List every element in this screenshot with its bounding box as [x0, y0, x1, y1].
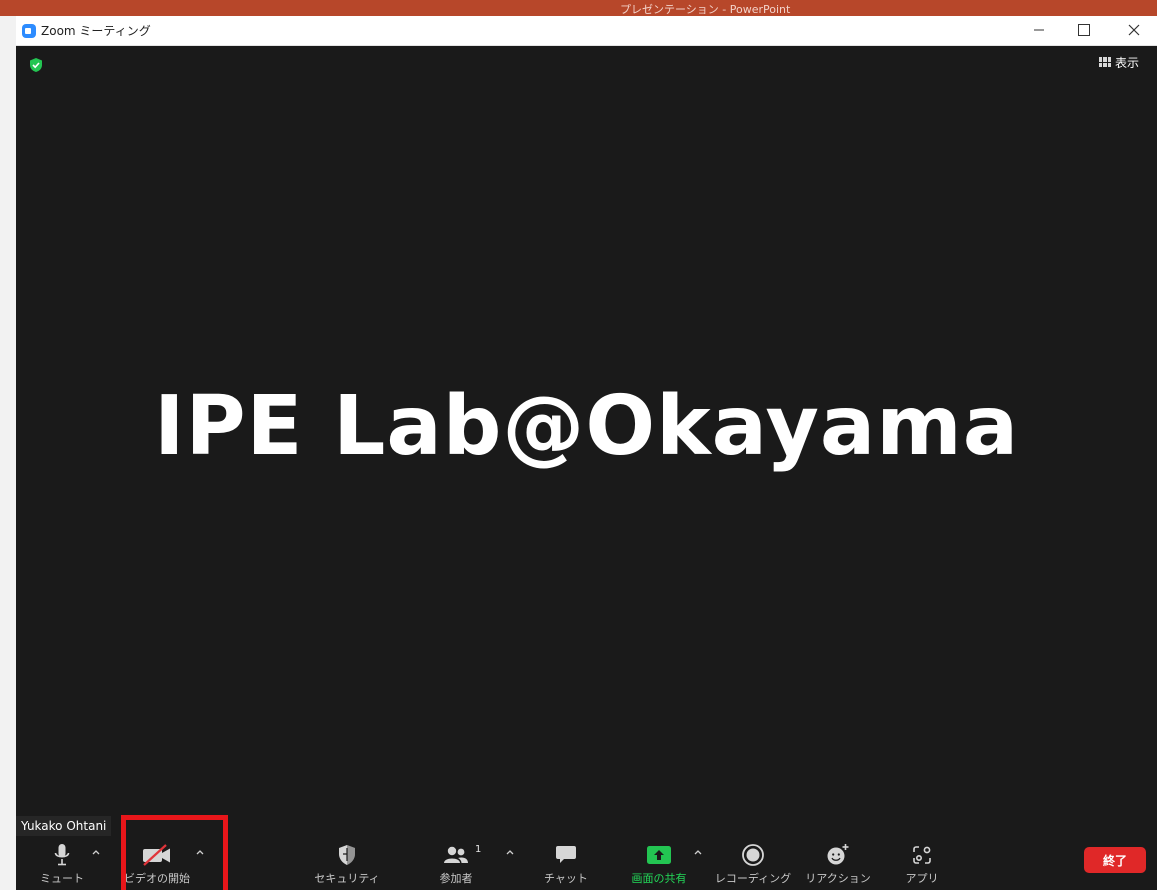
mute-button[interactable]: ミュート — [38, 836, 86, 890]
title-bar[interactable]: Zoom ミーティング — [16, 16, 1157, 46]
participants-label: 参加者 — [439, 872, 473, 885]
maximize-icon — [1078, 24, 1090, 36]
view-label: 表示 — [1115, 55, 1140, 70]
maximize-button[interactable] — [1069, 19, 1099, 41]
share-screen-icon — [646, 842, 672, 868]
reaction-icon — [826, 842, 850, 868]
participant-name-tag: Yukako Ohtani — [16, 816, 112, 836]
reactions-label: リアクション — [805, 872, 871, 885]
chat-button[interactable]: チャット — [540, 836, 592, 890]
minimize-icon — [1034, 29, 1044, 31]
participants-button[interactable]: 参加者 1 — [428, 836, 484, 890]
participants-icon — [443, 842, 469, 868]
zoom-meeting-window: Zoom ミーティング 表示 IPE Lab@Okayama Yukako Oh… — [16, 16, 1157, 890]
background-app-title: プレゼンテーション - PowerPoint — [620, 3, 791, 16]
chat-label: チャット — [544, 872, 588, 885]
apps-button[interactable]: アプリ — [900, 836, 944, 890]
window-title: Zoom ミーティング — [41, 24, 151, 38]
share-screen-button[interactable]: 画面の共有 — [625, 836, 693, 890]
audio-options-caret[interactable] — [91, 846, 101, 858]
participants-options-caret[interactable] — [505, 846, 515, 858]
share-screen-label: 画面の共有 — [631, 872, 687, 885]
share-options-caret[interactable] — [693, 846, 703, 858]
security-button[interactable]: セキュリティ — [312, 836, 382, 890]
chevron-up-icon — [694, 850, 702, 855]
recording-label: レコーディング — [714, 872, 792, 885]
close-icon — [1128, 24, 1140, 36]
chevron-up-icon — [92, 850, 100, 855]
highlight-annotation-box — [121, 815, 228, 890]
apps-icon — [912, 842, 932, 868]
encryption-shield-icon[interactable] — [28, 57, 44, 73]
chat-icon — [555, 842, 577, 868]
record-icon — [741, 842, 765, 868]
background-app-strip: プレゼンテーション - PowerPoint — [0, 0, 1157, 16]
microphone-icon — [53, 842, 71, 868]
shield-icon — [337, 842, 357, 868]
apps-label: アプリ — [905, 872, 939, 885]
close-button[interactable] — [1119, 19, 1149, 41]
chevron-up-icon — [506, 850, 514, 855]
reactions-button[interactable]: リアクション — [802, 836, 874, 890]
participant-count-badge: 1 — [475, 844, 482, 855]
end-meeting-button[interactable]: 終了 — [1084, 847, 1146, 873]
minimize-button[interactable] — [1024, 19, 1054, 41]
mute-label: ミュート — [40, 872, 84, 885]
recording-button[interactable]: レコーディング — [713, 836, 793, 890]
security-label: セキュリティ — [314, 872, 380, 885]
meeting-display-name: IPE Lab@Okayama — [153, 379, 1020, 474]
view-button[interactable]: 表示 — [1099, 53, 1139, 71]
background-window-edge — [0, 16, 17, 890]
zoom-app-icon — [22, 24, 36, 38]
grid-view-icon — [1099, 57, 1111, 67]
